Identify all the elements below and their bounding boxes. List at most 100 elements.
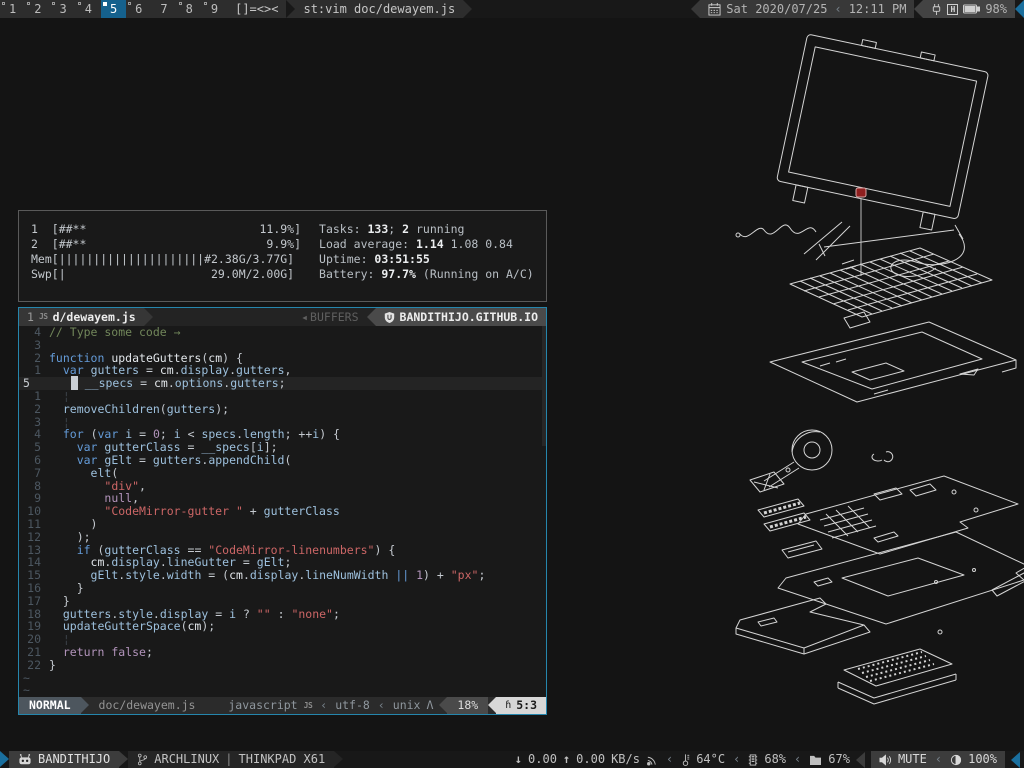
tag-7[interactable]: 7: [151, 0, 176, 18]
powerline-arrow: [367, 308, 376, 326]
tag-5[interactable]: 5: [101, 0, 126, 18]
statusline-spacer: [205, 697, 222, 714]
powerline-arrow: [334, 751, 343, 767]
power-widget: H 98%: [923, 0, 1015, 18]
bottom-status-bar: BANDITHIJO ARCHLINUX | THINKPAD X61 ↓ 0.…: [0, 751, 1024, 768]
download-arrow-icon: ↓: [515, 751, 522, 768]
bottombar-right: ↓ 0.00 ↑ 0.00 KB/s ‹ 64°C ‹: [511, 751, 1024, 768]
brightness-contrast-icon: [950, 754, 962, 766]
keyboard: [790, 248, 992, 328]
buffers-text: BUFFERS: [310, 308, 358, 326]
divider: |: [225, 751, 232, 768]
powerline-arrow: [463, 0, 472, 18]
disk-percent-text: 67%: [828, 751, 850, 768]
line-number: 21: [19, 646, 49, 659]
code-line: 15 gElt.style.width = (cm.display.lineNu…: [19, 569, 546, 582]
robot-icon: [18, 754, 32, 766]
htop-summary: Tasks: 133; 2 runningLoad average: 1.14 …: [319, 222, 534, 290]
user-widget: BANDITHIJO: [9, 751, 119, 768]
empty-line-tilde: ~: [19, 684, 546, 697]
arch-logo-icon: Λ: [426, 697, 433, 714]
powerline-arrow: [488, 697, 496, 713]
line-number: 17: [19, 595, 49, 608]
vim-statusline: NORMAL doc/dewayem.js javascript JS ‹ ut…: [19, 697, 546, 714]
htop-meter-line: Mem[|||||||||||||||||||||#2.38G/3.77G]: [31, 252, 301, 267]
ram-modules: [758, 499, 810, 531]
position-text: 5:3: [516, 697, 537, 714]
topbar-left: 123456789 []=<>< st:vim doc/dewayem.js: [0, 0, 463, 18]
site-label: BANDITHIJO.GITHUB.IO: [400, 308, 538, 326]
buffer-tab[interactable]: 1 JS d/dewayem.js: [19, 308, 144, 326]
powerline-arrow: [144, 308, 153, 326]
tag-indicator: [27, 2, 30, 5]
line-number: 12: [19, 531, 49, 544]
layout-symbol[interactable]: []=<><: [227, 0, 286, 18]
trackpoint-red-cap: [856, 188, 866, 276]
volume-widget: MUTE ‹ 100%: [871, 751, 1005, 768]
filetype-text: javascript: [228, 697, 297, 714]
filetype-js-icon: JS: [304, 697, 313, 714]
empty-line-tilde: ~: [19, 672, 546, 685]
tag-8[interactable]: 8: [177, 0, 202, 18]
line-number: 16: [19, 582, 49, 595]
brightness-text: 100%: [968, 751, 997, 768]
separator: ‹: [376, 697, 387, 714]
tag-indicator: [52, 2, 55, 5]
tag-indicator: [128, 2, 131, 5]
buffer-number: 1: [27, 308, 34, 326]
separator: ‹: [664, 751, 675, 768]
datetime-widget: Sat 2020/07/25 ‹ 12:11 PM: [700, 0, 914, 18]
tag-9[interactable]: 9: [202, 0, 227, 18]
line-number: 4: [19, 326, 49, 339]
speaker-icon: [879, 754, 892, 766]
tag-3[interactable]: 3: [50, 0, 75, 18]
vim-editor-window[interactable]: 1 JS d/dewayem.js ◂BUFFERS BANDITHIJO.GI…: [18, 307, 547, 715]
bottombar-spacer: [343, 751, 511, 768]
net-down-text: 0.00: [528, 751, 557, 768]
system-monitor-window[interactable]: 1 [##** 11.9%]2 [##** 9.9%]Mem[|||||||||…: [18, 210, 547, 302]
site-badge: BANDITHIJO.GITHUB.IO: [376, 308, 546, 326]
line-number: 1: [19, 390, 49, 403]
date-text: Sat 2020/07/25: [726, 0, 827, 18]
cpu-percent-text: 68%: [764, 751, 786, 768]
vim-tabline: 1 JS d/dewayem.js ◂BUFFERS BANDITHIJO.GI…: [19, 308, 546, 326]
battery-icon: [963, 4, 980, 14]
code-area[interactable]: 4// Type some code → 3 2function updateG…: [19, 326, 546, 697]
separator: ‹: [318, 697, 329, 714]
htop-meters: 1 [##** 11.9%]2 [##** 9.9%]Mem[|||||||||…: [31, 222, 301, 290]
battery-tray: [838, 649, 956, 704]
time-text: 12:11 PM: [849, 0, 907, 18]
thermometer-icon: [681, 753, 690, 766]
wifi-signal-icon: [646, 754, 658, 766]
code-line: 4// Type some code →: [19, 326, 546, 339]
bar-edge-arrow: [1011, 752, 1020, 768]
fileformat-text: unix: [393, 697, 421, 714]
powerline-arrow: [286, 0, 295, 18]
tag-2[interactable]: 2: [25, 0, 50, 18]
tag-indicator: [78, 2, 81, 5]
host-text: THINKPAD X61: [239, 751, 326, 768]
top-status-bar: 123456789 []=<>< st:vim doc/dewayem.js S…: [0, 0, 1024, 18]
left-triangle-icon: ◂: [301, 308, 308, 326]
battery-percent: 98%: [985, 0, 1007, 18]
line-number: 2: [19, 403, 49, 416]
line-number: 7: [19, 467, 49, 480]
powerline-arrow: [439, 697, 447, 713]
drive-assembly: [736, 598, 870, 654]
hibernate-icon: H: [947, 4, 958, 15]
tag-4[interactable]: 4: [76, 0, 101, 18]
cursor-position: ɦ 5:3: [496, 697, 546, 714]
mode-indicator: NORMAL: [19, 697, 81, 714]
tag-6[interactable]: 6: [126, 0, 151, 18]
workspace-tags: 123456789: [0, 0, 227, 18]
line-number: 20: [19, 633, 49, 646]
statusline-filename: doc/dewayem.js: [89, 697, 206, 714]
line-number: 3: [19, 339, 49, 352]
separator: ‹: [792, 751, 803, 768]
focused-window-title: st:vim doc/dewayem.js: [295, 0, 463, 18]
tag-1[interactable]: 1: [0, 0, 25, 18]
net-up-text: 0.00: [576, 751, 605, 768]
code-line: 10 "CodeMirror-gutter " + gutterClass: [19, 505, 546, 518]
powerline-arrow: [119, 751, 128, 767]
bottombar-left: BANDITHIJO ARCHLINUX | THINKPAD X61: [9, 751, 343, 768]
